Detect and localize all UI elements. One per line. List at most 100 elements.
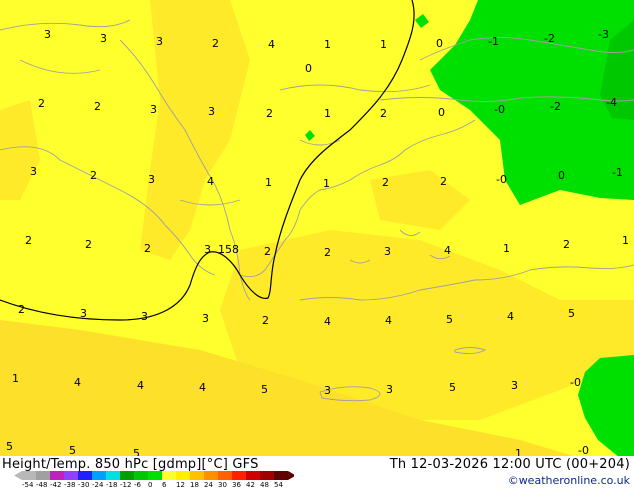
temperature-value: 3 <box>100 32 107 45</box>
temperature-value: 2 <box>380 107 387 120</box>
temperature-value: 3 <box>30 165 37 178</box>
temperature-value: 4 <box>507 310 514 323</box>
color-scale-swatch <box>176 471 190 480</box>
temperature-value: 3 <box>384 245 391 258</box>
temperature-value: 2 <box>25 234 32 247</box>
temperature-value: 1 <box>265 176 272 189</box>
map-title: Height/Temp. 850 hPc [gdmp][°C] GFS <box>2 457 259 472</box>
temperature-value: -1 <box>612 166 623 179</box>
temperature-value: 1 <box>503 242 510 255</box>
temperature-value: -0 <box>496 173 507 186</box>
temperature-value: 2 <box>38 97 45 110</box>
color-scale-swatch <box>246 471 260 480</box>
credit-link[interactable]: ©weatheronline.co.uk <box>508 474 630 487</box>
temperature-value: -3 <box>598 28 609 41</box>
color-scale-label: -54 <box>22 481 34 489</box>
temperature-value: 5 <box>446 313 453 326</box>
color-scale-label: -12 <box>120 481 132 489</box>
temperature-value: 1 <box>324 38 331 51</box>
temperature-value: 2 <box>440 175 447 188</box>
temperature-value: 2 <box>212 37 219 50</box>
temperature-value: 1 <box>12 372 19 385</box>
temperature-value: 0 <box>558 169 565 182</box>
temperature-value: 3 <box>148 173 155 186</box>
color-scale-label: 18 <box>190 481 199 489</box>
color-scale-label: 12 <box>176 481 185 489</box>
temperature-value: 1 <box>323 177 330 190</box>
color-scale-label: -48 <box>36 481 48 489</box>
temperature-value: 2 <box>18 303 25 316</box>
temperature-value: 1 <box>324 107 331 120</box>
color-scale-arrow-right <box>288 471 294 480</box>
temperature-value: 3 <box>150 103 157 116</box>
contour-label: 158 <box>218 243 239 256</box>
temperature-value: -0 <box>570 376 581 389</box>
temperature-value: 2 <box>85 238 92 251</box>
color-scale-label: 30 <box>218 481 227 489</box>
weather-map: 158 3 3 3 2 4 1 1 0 -1 -2 -3 0 2 2 3 3 2… <box>0 0 634 490</box>
temperature-value: 4 <box>324 315 331 328</box>
temperature-value: 2 <box>262 314 269 327</box>
color-scale-swatches <box>14 471 294 480</box>
temperature-value: 3 <box>208 105 215 118</box>
color-scale-swatch <box>78 471 92 480</box>
color-scale-swatch <box>204 471 218 480</box>
temperature-value: 4 <box>137 379 144 392</box>
temperature-value: 4 <box>268 38 275 51</box>
color-scale-label: 48 <box>260 481 269 489</box>
temperature-value: 0 <box>436 37 443 50</box>
temperature-value: 0 <box>438 106 445 119</box>
temperature-value: -2 <box>550 100 561 113</box>
temperature-value: 5 <box>449 381 456 394</box>
temperature-value: 2 <box>90 169 97 182</box>
color-scale-swatch <box>64 471 78 480</box>
temperature-value: 2 <box>382 176 389 189</box>
color-scale-label: 54 <box>274 481 283 489</box>
temperature-value: 5 <box>261 383 268 396</box>
temperature-value: 3 <box>324 384 331 397</box>
temperature-value: 3 <box>80 307 87 320</box>
color-scale-swatch <box>274 471 288 480</box>
color-scale-swatch <box>260 471 274 480</box>
temperature-value: -1 <box>488 35 499 48</box>
color-scale-label: 0 <box>148 481 153 489</box>
temperature-value: 3 <box>202 312 209 325</box>
temperature-value: 4 <box>444 244 451 257</box>
color-scale-label: -42 <box>50 481 62 489</box>
color-scale <box>14 471 294 480</box>
color-scale-swatch <box>50 471 64 480</box>
color-scale-arrow-left <box>14 471 22 480</box>
temperature-value: 1 <box>380 38 387 51</box>
color-scale-label: -30 <box>78 481 90 489</box>
temperature-value: 3 <box>44 28 51 41</box>
temperature-value: -4 <box>606 96 617 109</box>
temperature-value: 3 <box>204 243 211 256</box>
valid-time: Th 12-03-2026 12:00 UTC (00+204) <box>389 457 630 472</box>
temperature-value: 2 <box>144 242 151 255</box>
temperature-value: 0 <box>305 62 312 75</box>
color-scale-swatch <box>190 471 204 480</box>
color-scale-swatch <box>120 471 134 480</box>
color-scale-label: 36 <box>232 481 241 489</box>
color-scale-label: -24 <box>92 481 104 489</box>
color-scale-swatch <box>106 471 120 480</box>
color-scale-swatch <box>232 471 246 480</box>
color-scale-swatch <box>162 471 176 480</box>
temperature-value: -0 <box>494 103 505 116</box>
temperature-value: 4 <box>199 381 206 394</box>
temperature-value: -2 <box>544 32 555 45</box>
color-scale-label: 42 <box>246 481 255 489</box>
temperature-value: 2 <box>264 245 271 258</box>
color-scale-swatch <box>36 471 50 480</box>
color-scale-label: 24 <box>204 481 213 489</box>
color-scale-label: -18 <box>106 481 118 489</box>
temperature-value: 3 <box>141 310 148 323</box>
color-scale-label: 6 <box>162 481 167 489</box>
temperature-value: 2 <box>324 246 331 259</box>
temperature-value: 2 <box>563 238 570 251</box>
color-scale-swatch <box>22 471 36 480</box>
color-scale-swatch <box>134 471 148 480</box>
temperature-value: 2 <box>266 107 273 120</box>
temperature-value: 4 <box>74 376 81 389</box>
temperature-value: 2 <box>94 100 101 113</box>
